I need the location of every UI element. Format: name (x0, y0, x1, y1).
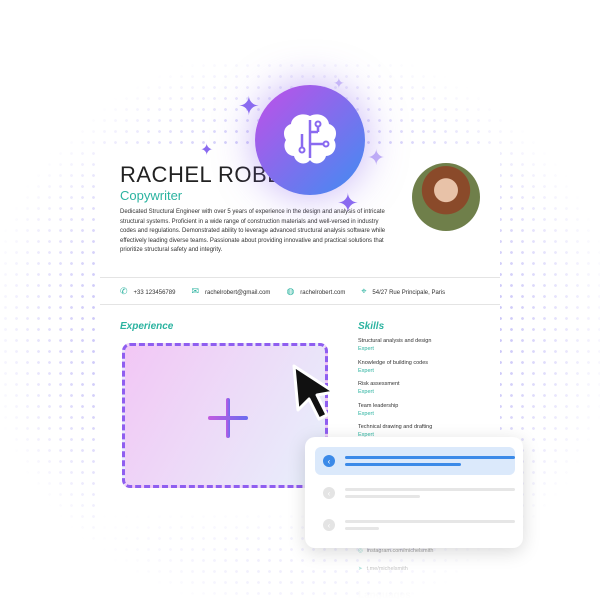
options-popup: ‹ ‹ ‹ (305, 437, 523, 548)
sparkle-icon: ✦ (367, 145, 386, 170)
social-telegram: ➤ t.me/michelsmith (358, 566, 408, 572)
telegram-icon: ➤ (358, 566, 363, 572)
sparkle-icon: ✦ (333, 75, 345, 91)
option-item[interactable]: ‹ (315, 511, 515, 539)
instagram-icon: ◎ (358, 548, 363, 554)
sparkle-icon: ✦ (337, 188, 359, 218)
phone-icon: ✆ (120, 285, 128, 296)
contact-address: ⌖ 54/27 Rue Principale, Paris (361, 285, 446, 296)
chevron-left-icon: ‹ (323, 519, 335, 531)
social-instagram: ◎ instagram.com/michelsmith (358, 548, 434, 554)
chevron-left-icon: ‹ (323, 455, 335, 467)
skills-list: Structural analysis and design Expert Kno… (358, 338, 488, 446)
location-icon: ⌖ (361, 285, 367, 296)
globe-icon: ◍ (286, 285, 295, 296)
contact-phone: ✆ +33 123456789 (120, 285, 176, 296)
option-selected[interactable]: ‹ (315, 447, 515, 475)
skill-item: Knowledge of building codes Expert (358, 359, 429, 374)
contact-row: ✆ +33 123456789 ✉ rachelrobert@gmail.com ◍… (100, 277, 500, 305)
sparkle-icon: ✦ (200, 142, 214, 159)
skills-heading: Skills (358, 321, 385, 332)
contact-website: ◍ rachelrobert.com (286, 285, 346, 296)
ai-brain-icon (255, 85, 365, 195)
plus-icon (208, 398, 248, 438)
option-item[interactable]: ‹ (315, 479, 515, 507)
contact-email: ✉ rachelrobert@gmail.com (191, 285, 271, 296)
email-icon: ✉ (191, 285, 199, 296)
chevron-left-icon: ‹ (323, 487, 335, 499)
sparkle-icon: ✦ (238, 91, 260, 121)
profile-photo (412, 163, 480, 231)
experience-heading: Experience (120, 321, 174, 332)
skill-item: Team leadership Expert (358, 402, 399, 417)
resume-role: Copywriter (120, 188, 183, 203)
cursor-icon (292, 364, 336, 421)
languages-heading: Languages (358, 590, 411, 601)
skill-item: Risk assessment Expert (358, 381, 400, 395)
skill-item: Structural analysis and design Expert (358, 338, 432, 352)
